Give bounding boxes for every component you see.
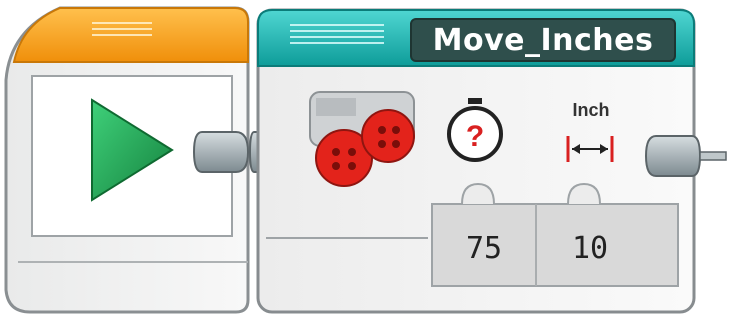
block-title: Move_Inches bbox=[410, 18, 676, 62]
distance-arrow-icon bbox=[566, 136, 614, 162]
unit-label: Inch bbox=[572, 100, 610, 120]
speedometer-question-icon[interactable]: ? bbox=[442, 96, 508, 166]
output-connector[interactable] bbox=[640, 132, 728, 182]
power-input[interactable]: 75 bbox=[432, 220, 536, 276]
svg-text:?: ? bbox=[466, 120, 484, 153]
large-motors-icon[interactable] bbox=[306, 86, 426, 192]
distance-input[interactable]: 10 bbox=[540, 220, 640, 276]
